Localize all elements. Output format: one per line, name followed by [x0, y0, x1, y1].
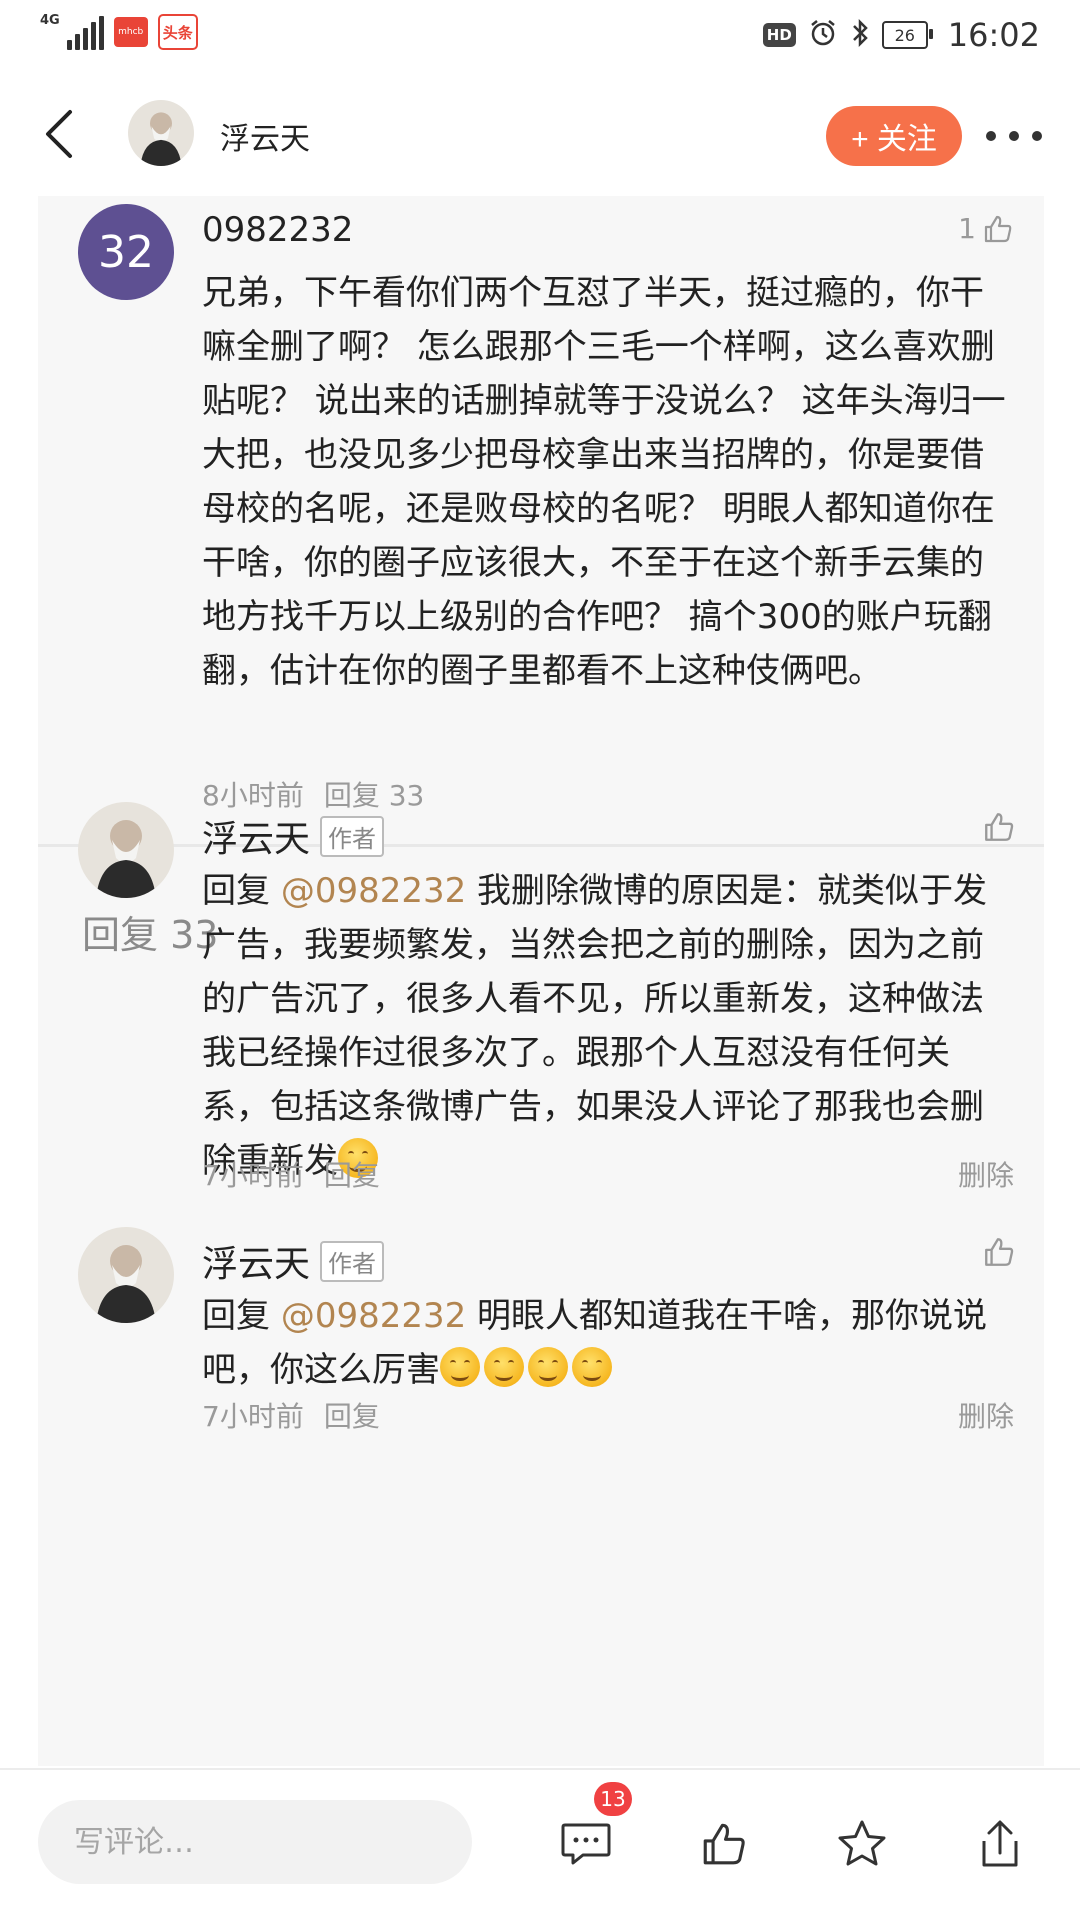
mention-link[interactable]: @0982232 [281, 871, 466, 911]
status-left: 4G mhcb 头条 [40, 14, 198, 50]
reply-link[interactable]: 回复 [324, 1395, 380, 1435]
thumbs-up-icon [985, 813, 1014, 841]
status-right: HD 26 16:02 [762, 16, 1040, 54]
thumbs-up-icon [984, 215, 1012, 242]
reply-author: 浮云天 作者 [202, 810, 385, 862]
status-bar: 4G mhcb 头条 HD 26 16:02 [0, 0, 1080, 76]
smile-emoji-icon [484, 1347, 524, 1387]
bottom-action-bar: 13 [0, 1768, 1080, 1922]
reply-count-link[interactable]: 回复 33 [324, 774, 425, 814]
reply-like-button[interactable] [982, 810, 1016, 848]
reply-text: 回复 @0982232 我删除微博的原因是：就类似于发广告，我要频繁发，当然会把… [202, 871, 988, 1181]
clock: 16:02 [947, 16, 1040, 54]
back-arrow-icon [46, 110, 72, 158]
reply-author: 浮云天 作者 [202, 1235, 385, 1287]
author-badge: 作者 [320, 815, 385, 857]
reply-avatar[interactable] [78, 1227, 174, 1323]
reply-text: 回复 @0982232 明眼人都知道我在干啥，那你说说吧，你这么厉害 [202, 1296, 988, 1390]
delete-button[interactable]: 删除 [958, 1395, 1014, 1435]
toutiao-notification-icon: 头条 [157, 14, 198, 50]
reply-avatar[interactable] [78, 802, 174, 898]
signal-icon: 4G [40, 14, 104, 50]
share-button[interactable] [970, 1814, 1030, 1874]
author-name[interactable]: 浮云天 [220, 114, 310, 158]
replies-heading: 回复 33 [82, 913, 219, 957]
smile-emoji-icon [572, 1347, 612, 1387]
like-button[interactable]: 1 [958, 212, 1014, 245]
network-label: 4G [40, 13, 60, 28]
alarm-icon [808, 18, 838, 52]
author-badge: 作者 [320, 1240, 385, 1282]
like-article-button[interactable] [694, 1814, 754, 1874]
commenter-avatar[interactable]: 32 [78, 204, 174, 300]
favorite-button[interactable] [832, 1814, 892, 1874]
reply-like-button[interactable] [982, 1235, 1016, 1273]
top-nav: 浮云天 + 关注 [0, 76, 1080, 196]
comment-bubble-icon [561, 1823, 611, 1865]
smile-emoji-icon [440, 1347, 480, 1387]
reply-author-name[interactable]: 浮云天 [202, 1235, 310, 1287]
more-options-icon[interactable] [986, 126, 1042, 146]
comments-button[interactable] [556, 1814, 616, 1874]
like-count: 1 [958, 212, 976, 245]
thumbs-up-icon [703, 1823, 745, 1865]
delete-button[interactable]: 删除 [958, 1154, 1014, 1194]
share-icon [982, 1820, 1018, 1867]
comment-meta: 8小时前 回复 33 [202, 774, 424, 814]
commenter-name[interactable]: 0982232 [202, 210, 353, 250]
reply-author-name[interactable]: 浮云天 [202, 810, 310, 862]
divider [38, 844, 1044, 847]
comment-text: 兄弟，下午看你们两个互怼了半天，挺过瘾的，你干嘛全删了啊？ 怎么跟那个三毛一个样… [202, 273, 1006, 691]
comment-time: 8小时前 [202, 779, 304, 812]
reply-meta: 7小时前 回复 [202, 1154, 380, 1194]
battery-icon: 26 [881, 21, 933, 49]
reply-time: 7小时前 [202, 1159, 304, 1192]
reply-link[interactable]: 回复 [324, 1154, 380, 1194]
comment-input[interactable] [38, 1800, 472, 1884]
star-icon [838, 1820, 886, 1866]
comment-detail: 32 0982232 1 兄弟，下午看你们两个互怼了半天，挺过瘾的，你干嘛全删了… [38, 196, 1044, 1766]
hd-icon: HD [762, 23, 796, 47]
thumbs-up-icon [985, 1238, 1014, 1266]
back-button[interactable] [40, 104, 90, 164]
bluetooth-icon [850, 17, 870, 53]
smile-emoji-icon [528, 1347, 568, 1387]
reply-meta: 7小时前 回复 [202, 1395, 380, 1435]
main-comment: 32 0982232 1 兄弟，下午看你们两个互怼了半天，挺过瘾的，你干嘛全删了… [38, 196, 1044, 842]
comment-count-badge: 13 [594, 1782, 632, 1816]
author-avatar[interactable] [128, 100, 194, 166]
app-notification-icon: mhcb [113, 17, 148, 47]
reply-time: 7小时前 [202, 1400, 304, 1433]
mention-link[interactable]: @0982232 [281, 1296, 466, 1336]
follow-button[interactable]: + 关注 [826, 106, 962, 166]
